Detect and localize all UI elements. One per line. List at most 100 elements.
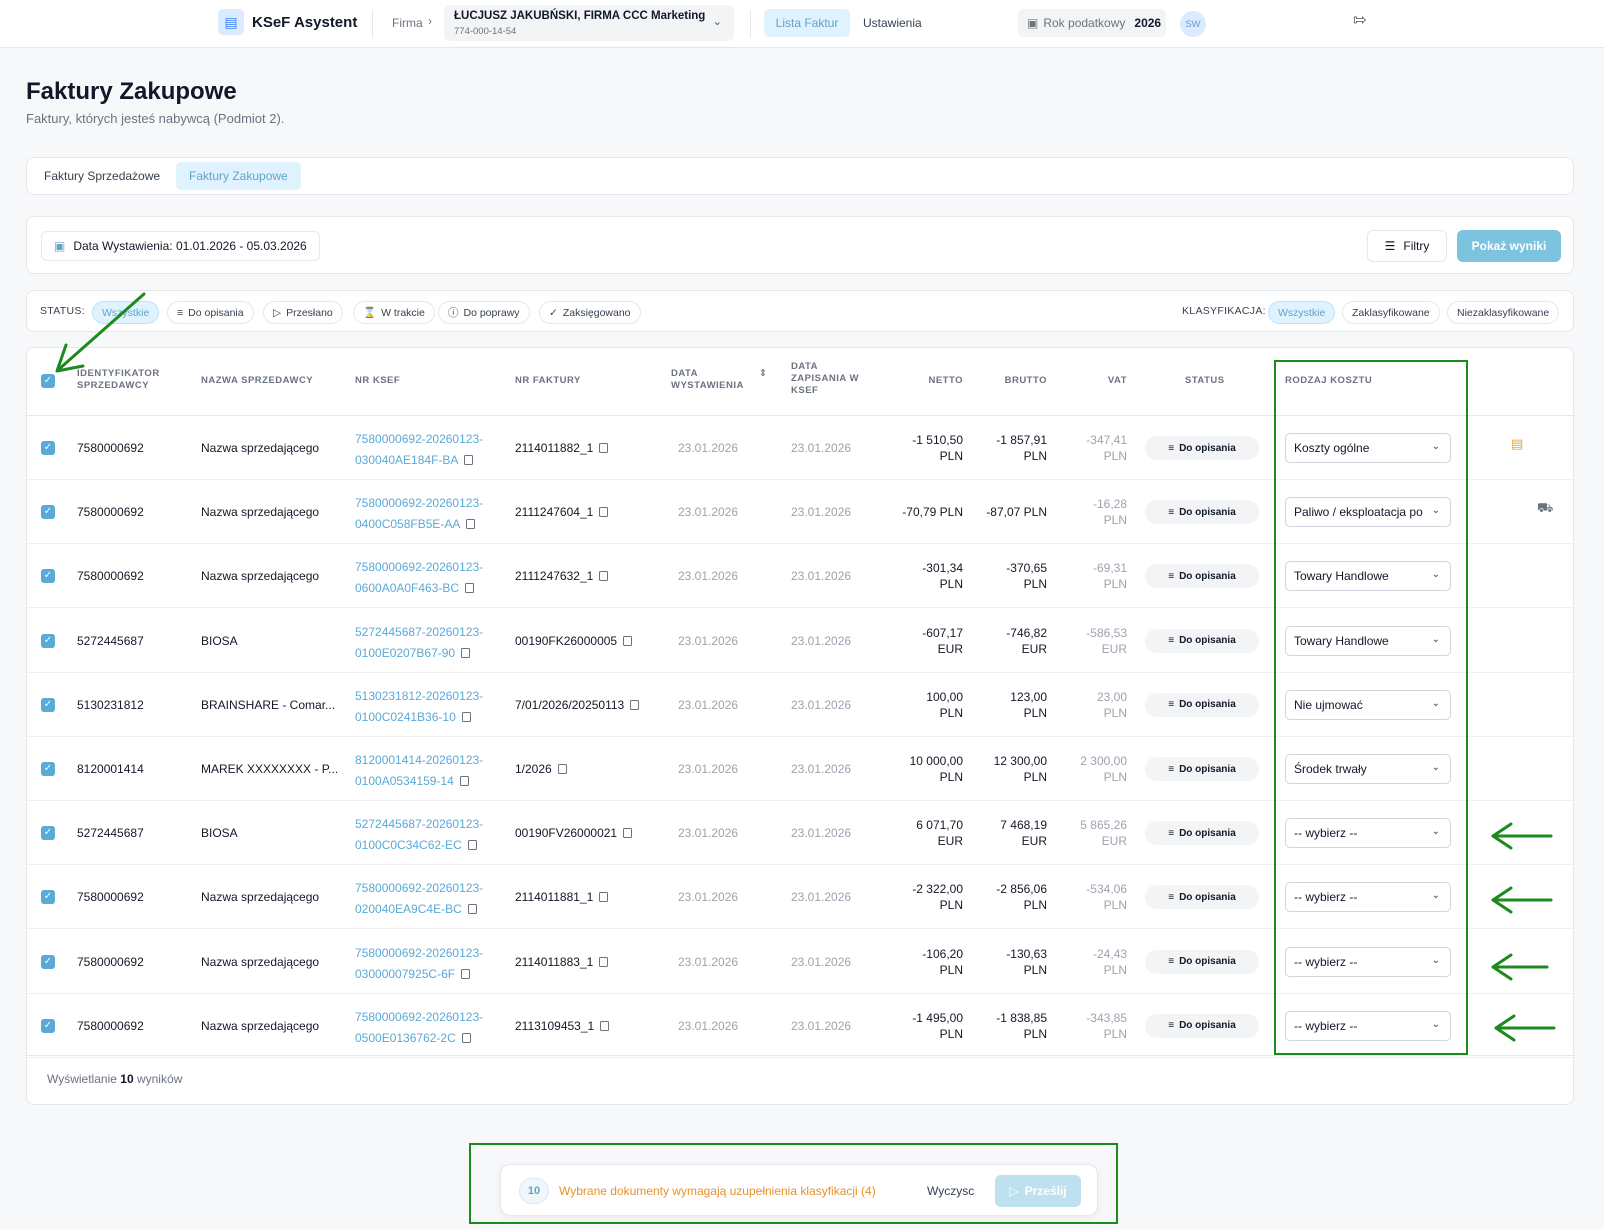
copy-icon[interactable]: [630, 699, 640, 710]
ksef-date: 23.01.2026: [791, 441, 852, 455]
amount-value: -586,53: [1086, 625, 1127, 640]
vat-amount: 2 300,00 PLN: [1047, 753, 1127, 785]
row-checkbox[interactable]: ✓: [41, 954, 55, 969]
divider: [372, 10, 373, 38]
row-checkbox[interactable]: ✓: [41, 826, 55, 841]
gross-amount: 7 468,19 EUR: [961, 817, 1047, 849]
note-icon[interactable]: ▤: [1511, 436, 1523, 452]
divider: [27, 1055, 1575, 1056]
row-checkbox[interactable]: ✓: [41, 762, 55, 776]
amount-value: 123,00: [1010, 689, 1047, 704]
invoice-number: 7/01/2026/20250113: [515, 698, 640, 712]
avatar[interactable]: SW: [1180, 11, 1206, 37]
sort-icon[interactable]: ⇕: [759, 368, 767, 380]
ksef-number-link[interactable]: 7580000692-20260123- 020040EA9C4E-BC: [355, 878, 483, 920]
class-pill-all[interactable]: Wszystkie: [1268, 301, 1336, 324]
row-checkbox[interactable]: ✓: [41, 569, 55, 584]
issue-date: 23.01.2026: [678, 569, 739, 584]
class-pill-classified[interactable]: Zaklasyfikowane: [1342, 301, 1440, 324]
logout-icon[interactable]: ⇰: [1353, 10, 1366, 30]
results-prefix: Wyświetlanie: [47, 1072, 117, 1086]
invoice-number: 2114011882_1: [515, 441, 609, 455]
ksef-number-part: 030040AE184F-BA: [355, 453, 459, 467]
status-pill-to-fix[interactable]: ⓘ Do poprawy: [438, 301, 530, 324]
row-checkbox[interactable]: ✓: [41, 633, 55, 648]
status-pill-sent[interactable]: ▷ Przesłano: [263, 301, 343, 324]
status-pill-all[interactable]: Wszystkie: [92, 301, 160, 324]
show-results-button[interactable]: Pokaż wyniki: [1457, 230, 1561, 262]
select-all-checkbox[interactable]: ✓: [41, 374, 55, 388]
nav-settings[interactable]: Ustawienia: [863, 16, 922, 30]
row-checkbox[interactable]: ✓: [41, 505, 55, 520]
seller-name: Nazwa sprzedającego: [201, 505, 320, 520]
nav-invoice-list[interactable]: Lista Faktur: [764, 9, 850, 37]
copy-icon[interactable]: [461, 968, 471, 979]
invoice-number: 2114011881_1: [515, 890, 609, 904]
ksef-number-part: 0100C0241B36-10: [355, 709, 456, 724]
chevron-down-icon: ⌄: [712, 16, 722, 28]
filters-button[interactable]: ☰ Filtry: [1367, 230, 1447, 262]
date-range-chip[interactable]: ▣ Data Wystawienia: 01.01.2026 - 05.03.2…: [41, 231, 320, 261]
copy-icon[interactable]: [599, 956, 609, 967]
status-badge: ≡ Do opisania: [1145, 500, 1259, 525]
ksef-number-link[interactable]: 5130231812-20260123- 0100C0241B36-10: [355, 686, 483, 728]
row-checkbox[interactable]: ✓: [41, 441, 55, 455]
copy-icon[interactable]: [466, 519, 476, 530]
status-pill-booked[interactable]: ✓ Zaksięgowano: [539, 301, 641, 324]
tab-purchase-invoices[interactable]: Faktury Zakupowe: [176, 162, 301, 190]
ksef-number-link[interactable]: 7580000692-20260123- 0500E0136762-2C: [355, 1007, 483, 1049]
ksef-number-link[interactable]: 7580000692-20260123- 0600A0A0F463-BC: [355, 557, 483, 599]
date-range-label: Data Wystawienia: 01.01.2026 - 05.03.202…: [73, 239, 307, 253]
tab-sales-invoices[interactable]: Faktury Sprzedażowe: [31, 162, 173, 190]
copy-icon[interactable]: [557, 764, 567, 774]
ksef-number-link[interactable]: 8120001414-20260123- 0100A0534159-14: [355, 750, 483, 792]
tax-year-selector[interactable]: ▣ Rok podatkowy 2026: [1018, 9, 1166, 37]
copy-icon[interactable]: [459, 776, 469, 786]
ksef-number-link[interactable]: 5272445687-20260123- 0100E0207B67-90: [355, 622, 483, 664]
row-checkbox[interactable]: ✓: [41, 890, 55, 905]
copy-icon[interactable]: [461, 1032, 471, 1043]
copy-icon[interactable]: [623, 828, 633, 839]
calendar-icon: ▣: [1027, 16, 1039, 30]
header-issue-date[interactable]: DATA WYSTAWIENIA: [671, 368, 751, 392]
copy-icon[interactable]: [600, 1020, 610, 1031]
currency: PLN: [939, 449, 963, 463]
class-pill-unclassified[interactable]: Niezaklasyfikowane: [1447, 301, 1560, 324]
ksef-number-link[interactable]: 5272445687-20260123- 0100C0C34C62-EC: [355, 814, 483, 856]
status-pill-to-describe[interactable]: ≡ Do opisania: [167, 301, 254, 324]
invoice-number-value: 1/2026: [515, 762, 552, 776]
copy-icon[interactable]: [467, 904, 477, 915]
gross-amount: -370,65 PLN: [961, 560, 1047, 592]
net-amount: 100,00 PLN: [877, 689, 963, 721]
copy-icon[interactable]: [599, 507, 609, 518]
copy-icon[interactable]: [464, 455, 474, 465]
amount-value: 12 300,00: [993, 754, 1047, 768]
list-icon: ≡: [1168, 635, 1175, 647]
issue-date: 23.01.2026: [678, 505, 739, 520]
copy-icon[interactable]: [461, 711, 471, 722]
row-checkbox[interactable]: ✓: [41, 1018, 55, 1033]
copy-icon[interactable]: [467, 840, 477, 851]
ksef-number-link[interactable]: 7580000692-20260123- 0400C058FB5E-AA: [355, 493, 483, 535]
row-checkbox[interactable]: ✓: [41, 697, 55, 712]
copy-icon[interactable]: [599, 443, 609, 453]
net-amount: -1 510,50 PLN: [877, 432, 963, 464]
firma-label: Firma: [392, 16, 423, 30]
copy-icon[interactable]: [599, 571, 609, 582]
currency: PLN: [939, 898, 963, 913]
ksef-number-link[interactable]: 7580000692-20260123- 030040AE184F-BA: [355, 429, 483, 471]
copy-icon[interactable]: [599, 892, 609, 903]
status-pill-in-progress[interactable]: ⌛ W trakcie: [353, 301, 435, 324]
vat-amount: -347,41 PLN: [1047, 432, 1127, 464]
company-selector[interactable]: ŁUCJUSZ JAKUBŃSKI, FIRMA CCC Marketing 7…: [444, 5, 734, 41]
ksef-number-link[interactable]: 7580000692-20260123- 03000007925C-6F: [355, 943, 483, 985]
copy-icon[interactable]: [465, 583, 475, 594]
copy-icon[interactable]: [461, 647, 471, 658]
status-badge: ≡ Do opisania: [1145, 1013, 1259, 1038]
invoice-number: 2114011883_1: [515, 955, 609, 969]
status-label: Do opisania: [1179, 1020, 1236, 1032]
pill-label: Przesłano: [286, 306, 333, 319]
vat-amount: -534,06 PLN: [1047, 881, 1127, 913]
issue-date: 23.01.2026: [678, 697, 739, 712]
copy-icon[interactable]: [623, 635, 633, 646]
